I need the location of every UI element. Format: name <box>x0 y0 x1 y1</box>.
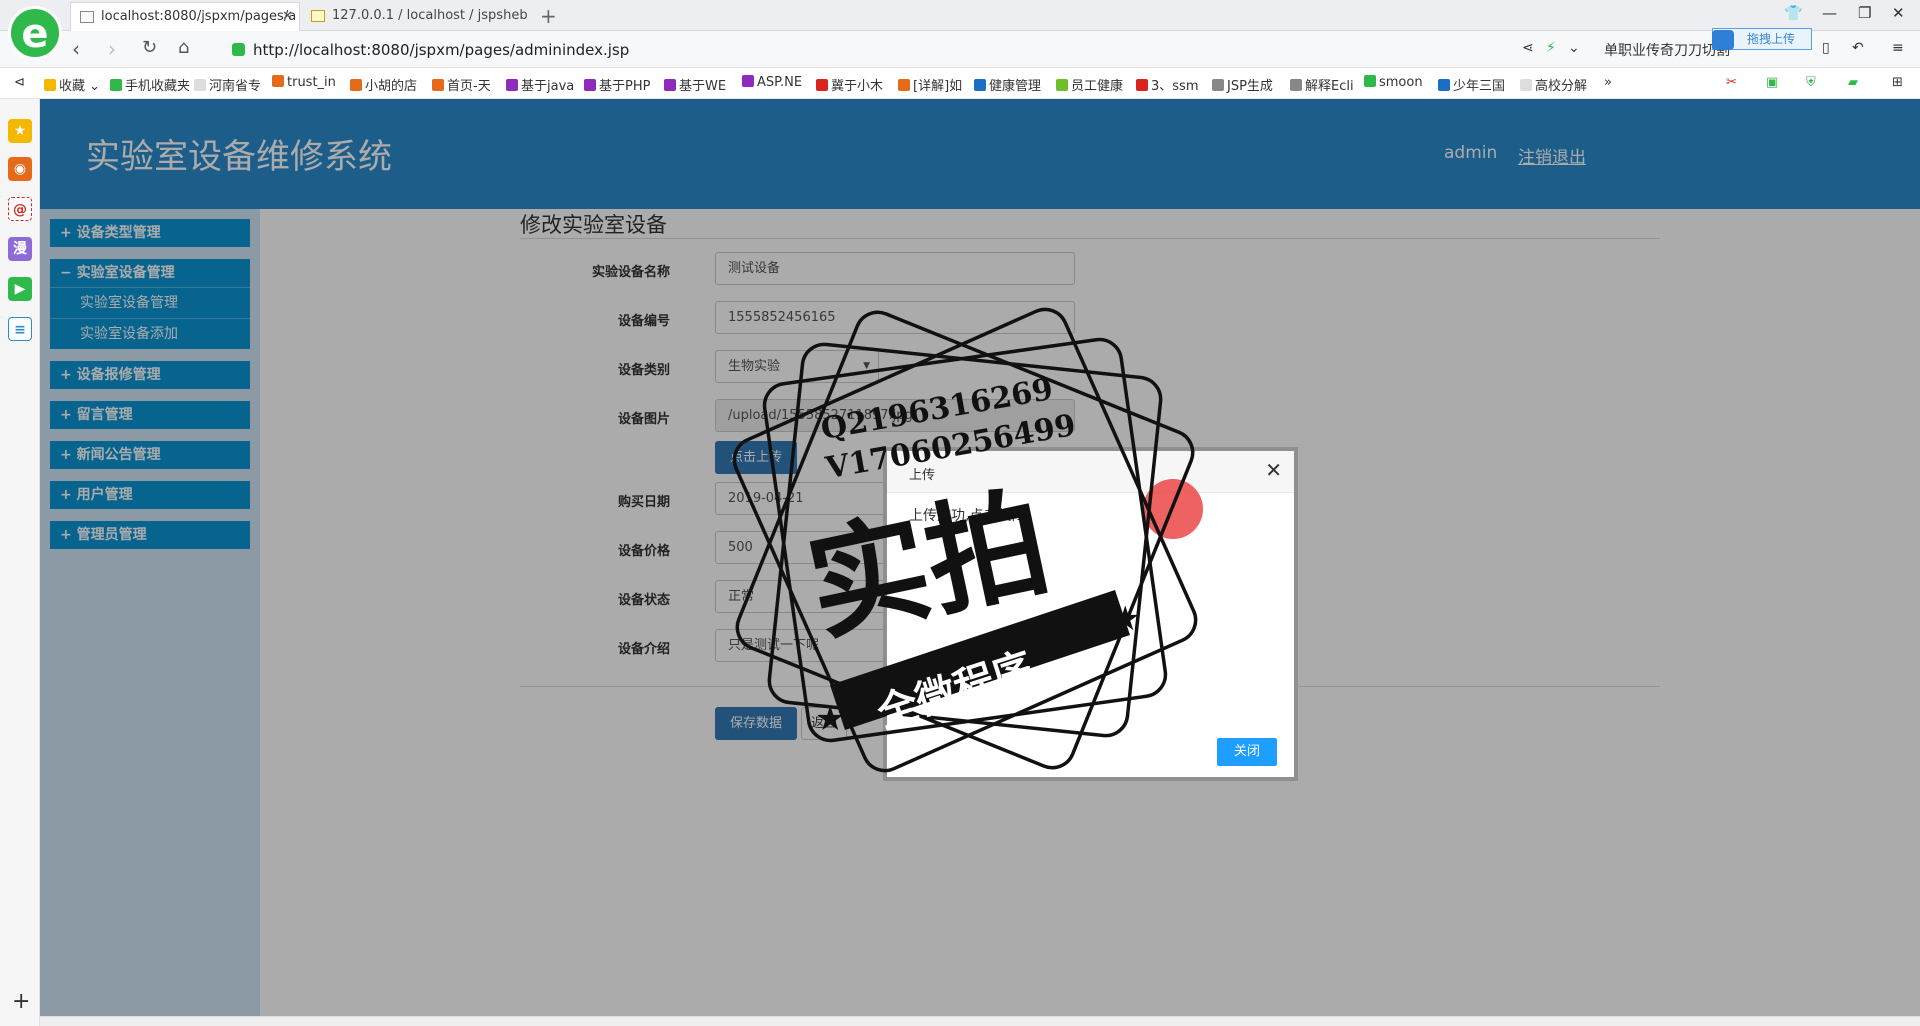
drag-upload-label: 拖拽上传 <box>1746 32 1795 46</box>
bookmark-item[interactable]: 收藏 ⌄ <box>44 75 100 94</box>
upload-dialog: 上传 ✕ 上传成功,点击关闭 关闭 <box>883 447 1298 781</box>
bookmarks-bar: ⊲ 收藏 ⌄ 手机收藏夹 河南省专 trust_in 小胡的店 首页-天 基于j… <box>0 68 1920 99</box>
bookmark-item[interactable]: 冀于小木 <box>816 75 883 94</box>
minimize-button[interactable]: — <box>1822 4 1837 22</box>
bookmark-item[interactable]: 3、ssm <box>1136 75 1198 94</box>
bookmark-item[interactable]: 少年三国 <box>1438 75 1505 94</box>
reload-button[interactable]: ↻ <box>142 37 157 58</box>
menu-icon[interactable]: ≡ <box>1892 40 1904 56</box>
bookmark-item[interactable]: 手机收藏夹 <box>110 75 190 94</box>
bookmark-item[interactable]: 解释Ecli <box>1290 75 1354 94</box>
phpmyadmin-icon <box>311 10 325 22</box>
video-icon[interactable]: ▶ <box>8 277 32 301</box>
skin-icon[interactable]: 👕 <box>1784 4 1803 22</box>
image-add-icon[interactable]: ▣ <box>1766 75 1778 90</box>
add-sidebar-button[interactable]: + <box>12 989 30 1014</box>
tab-label: localhost:8080/jspxm/pages/a <box>101 9 297 24</box>
url-text: http://localhost:8080/jspxm/pages/admini… <box>253 41 630 59</box>
lightning-icon[interactable]: ⚡ <box>1546 40 1556 56</box>
mail-icon[interactable]: @ <box>8 197 32 221</box>
bookmark-item[interactable]: ASP.NE <box>742 75 802 90</box>
new-tab-button[interactable]: + <box>540 4 557 28</box>
cursor-highlight <box>1143 479 1203 539</box>
close-icon[interactable]: ✕ <box>1265 458 1282 482</box>
undo-icon[interactable]: ↶ <box>1852 40 1864 56</box>
shield-icon[interactable]: ⛨ <box>1806 75 1816 90</box>
dialog-close-button[interactable]: 关闭 <box>1217 738 1277 766</box>
manga-icon[interactable]: 漫 <box>8 237 32 261</box>
restore-button[interactable]: ❐ <box>1858 4 1871 22</box>
scissors-icon[interactable]: ✂ <box>1726 75 1737 90</box>
sidebar-toggle-icon[interactable]: ⊲ <box>14 75 25 90</box>
home-button[interactable]: ⌂ <box>178 37 189 58</box>
address-bar: ‹ › ↻ ⌂ http://localhost:8080/jspxm/page… <box>0 31 1920 68</box>
tab-label: 127.0.0.1 / localhost / jspsheb <box>332 8 528 23</box>
browser-sidebar: ★ ◉ @ 漫 ▶ ≡ + <box>0 99 40 1026</box>
weibo-icon[interactable]: ◉ <box>8 157 32 181</box>
bookmark-item[interactable]: smoon <box>1364 75 1423 90</box>
status-bar <box>40 1016 1920 1026</box>
grid-icon[interactable]: ⊞ <box>1892 75 1903 90</box>
dialog-header: 上传 ✕ <box>887 451 1294 493</box>
bookmark-item[interactable]: 员工健康 <box>1056 75 1123 94</box>
dialog-title: 上传 <box>909 468 936 483</box>
page-icon <box>80 11 94 23</box>
forward-button[interactable]: › <box>108 37 116 61</box>
browser-tab-bar: localhost:8080/jspxm/pages/a ✕ 127.0.0.1… <box>0 0 1920 31</box>
bookmark-item[interactable]: trust_in <box>272 75 336 90</box>
bookmark-item[interactable]: 河南省专 <box>194 75 261 94</box>
doc-icon[interactable]: ≡ <box>8 317 32 341</box>
bookmark-item[interactable]: 基于WE <box>664 75 726 94</box>
url-input[interactable]: http://localhost:8080/jspxm/pages/admini… <box>232 37 1512 63</box>
cloud-icon <box>1712 30 1734 50</box>
mobile-icon[interactable]: ▯ <box>1822 40 1830 56</box>
bookmark-item[interactable]: 小胡的店 <box>350 75 417 94</box>
close-icon[interactable]: ✕ <box>282 9 293 24</box>
bookmark-item[interactable]: 首页-天 <box>432 75 491 94</box>
bookmark-item[interactable]: 基于java <box>506 75 574 94</box>
back-button[interactable]: ‹ <box>72 37 80 61</box>
bookmark-item[interactable]: 高校分解 <box>1520 75 1587 94</box>
window-close-button[interactable]: ✕ <box>1892 4 1905 22</box>
dropdown-icon[interactable]: ⌄ <box>1568 40 1580 56</box>
tab-admin-index[interactable]: localhost:8080/jspxm/pages/a ✕ <box>70 2 300 31</box>
bookmark-more[interactable]: » <box>1604 75 1612 90</box>
bookmark-item[interactable]: JSP生成 <box>1212 75 1273 94</box>
bookmark-item[interactable]: 健康管理 <box>974 75 1041 94</box>
dialog-message: 上传成功,点击关闭 <box>909 508 1026 524</box>
security-icon <box>232 43 245 56</box>
gamepad-icon[interactable]: ▰ <box>1848 75 1858 90</box>
tab-phpmyadmin[interactable]: 127.0.0.1 / localhost / jspsheb <box>302 2 532 31</box>
share-icon[interactable]: ⋖ <box>1522 40 1534 56</box>
bookmark-item[interactable]: [详解]如 <box>898 75 962 94</box>
browser-logo: e <box>8 6 62 60</box>
bookmark-item[interactable]: 基于PHP <box>584 75 650 94</box>
star-icon[interactable]: ★ <box>8 119 32 143</box>
